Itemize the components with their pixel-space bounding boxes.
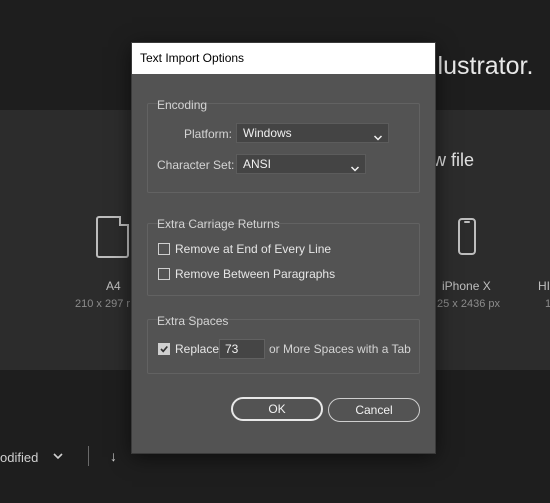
character-set-label: Character Set: — [157, 158, 235, 172]
platform-label: Platform: — [184, 127, 233, 141]
remove-end-of-line-checkbox[interactable] — [158, 243, 170, 255]
app-title-text: llustrator. — [432, 52, 534, 80]
ok-button[interactable]: OK — [231, 397, 323, 421]
replace-spaces-checkbox[interactable] — [158, 343, 170, 355]
encoding-group-title: Encoding — [157, 98, 208, 112]
encoding-group — [147, 103, 420, 193]
chevron-down-icon — [373, 129, 383, 147]
sort-direction-arrow-icon[interactable]: ↓ — [110, 448, 117, 464]
remove-between-paragraphs-label[interactable]: Remove Between Paragraphs — [175, 267, 335, 281]
replace-suffix-label: or More Spaces with a Tab — [269, 342, 411, 356]
chevron-down-icon[interactable] — [51, 449, 65, 468]
checkmark-icon — [160, 345, 168, 353]
space-count-input[interactable]: 73 — [219, 339, 265, 359]
preset-name-partial[interactable]: HI — [538, 279, 550, 293]
character-set-select[interactable]: ANSI — [236, 154, 366, 174]
text-import-options-dialog: Text Import Options Encoding Platform: W… — [132, 43, 435, 453]
extra-carriage-returns-group — [147, 223, 420, 296]
chevron-down-icon — [350, 160, 360, 178]
remove-between-paragraphs-checkbox[interactable] — [158, 268, 170, 280]
cancel-button[interactable]: Cancel — [328, 398, 420, 422]
preset-name-a4[interactable]: A4 — [106, 279, 121, 293]
preset-size-iphone-x: 25 x 2436 px — [437, 298, 500, 310]
document-icon[interactable] — [96, 216, 129, 258]
phone-icon[interactable] — [458, 218, 476, 255]
sort-dropdown-label[interactable]: odified — [0, 450, 38, 465]
divider — [88, 446, 89, 466]
platform-select[interactable]: Windows — [236, 123, 389, 143]
remove-end-of-line-label[interactable]: Remove at End of Every Line — [175, 242, 331, 256]
character-set-value: ANSI — [243, 157, 272, 171]
new-file-heading: w file — [433, 150, 475, 170]
preset-name-iphone-x[interactable]: iPhone X — [442, 279, 491, 293]
dialog-title: Text Import Options — [132, 43, 435, 74]
extra-spaces-title: Extra Spaces — [157, 314, 229, 328]
preset-size-a4: 210 x 297 r — [75, 298, 131, 310]
replace-label[interactable]: Replace — [175, 342, 219, 356]
extra-carriage-returns-title: Extra Carriage Returns — [157, 217, 280, 231]
preset-size-partial: 1 — [545, 298, 550, 310]
platform-value: Windows — [243, 126, 292, 140]
